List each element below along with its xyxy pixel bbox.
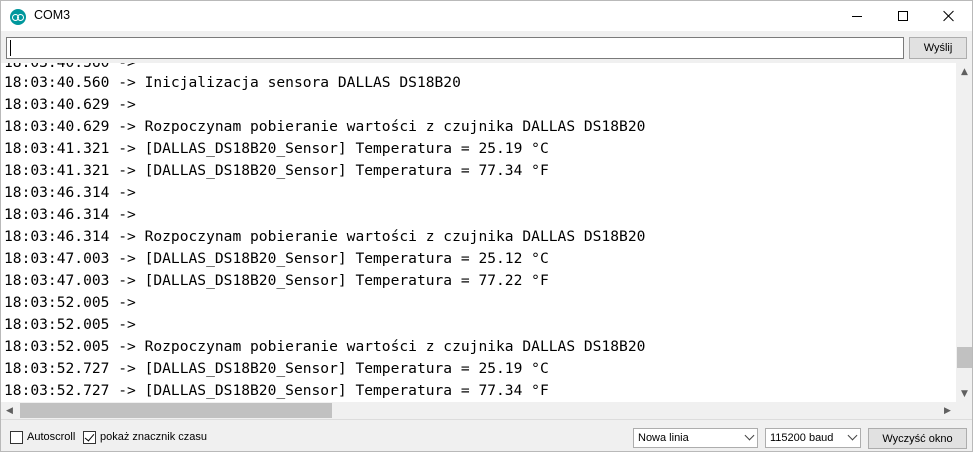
- close-button[interactable]: [926, 1, 972, 31]
- output-line: 18:03:47.003 -> [DALLAS_DS18B20_Sensor] …: [4, 250, 549, 267]
- line-ending-value: Nowa linia: [638, 432, 689, 444]
- scroll-right-icon[interactable]: ▶: [939, 402, 956, 419]
- output-line: 18:03:52.727 -> [DALLAS_DS18B20_Sensor] …: [4, 360, 549, 377]
- horizontal-scroll-thumb[interactable]: [20, 403, 332, 418]
- vertical-scroll-thumb[interactable]: [957, 347, 972, 368]
- send-row: Wyślij: [1, 31, 972, 63]
- output-line: 18:03:40.560 -> Inicjalizacja sensora DA…: [4, 74, 461, 91]
- maximize-button[interactable]: [880, 1, 926, 31]
- autoscroll-checkbox[interactable]: Autoscroll: [10, 430, 75, 444]
- baud-rate-value: 115200 baud: [770, 432, 834, 444]
- autoscroll-checkbox-box[interactable]: [10, 430, 23, 444]
- output-line: 18:03:46.314 -> Rozpoczynam pobieranie w…: [4, 228, 646, 245]
- output-line: 18:03:52.005 -> Rozpoczynam pobieranie w…: [4, 338, 646, 355]
- serial-output[interactable]: 18:03:40.560 -> 18:03:40.560 -> Inicjali…: [1, 63, 956, 402]
- timestamp-checkbox-box[interactable]: [83, 430, 96, 444]
- serial-monitor-window: COM3 Wyślij 18:03:40.560 -> 18:03:40.560…: [0, 0, 973, 452]
- maximize-icon: [898, 11, 908, 21]
- text-caret: [10, 40, 11, 56]
- output-line: 18:03:40.629 ->: [4, 96, 136, 113]
- send-button[interactable]: Wyślij: [909, 37, 967, 59]
- minimize-button[interactable]: [834, 1, 880, 31]
- output-line: 18:03:41.321 -> [DALLAS_DS18B20_Sensor] …: [4, 162, 549, 179]
- scrollbar-corner: [956, 402, 972, 419]
- title-bar[interactable]: COM3: [1, 1, 972, 31]
- baud-rate-select[interactable]: 115200 baud: [765, 428, 861, 448]
- scroll-up-icon[interactable]: ▲: [956, 63, 972, 80]
- close-icon: [943, 10, 955, 22]
- chevron-down-icon: [744, 430, 755, 441]
- bottom-toolbar: Autoscroll pokaż znacznik czasu Nowa lin…: [1, 419, 972, 451]
- output-line: 18:03:47.003 -> [DALLAS_DS18B20_Sensor] …: [4, 272, 549, 289]
- scroll-left-icon[interactable]: ◀: [1, 402, 18, 419]
- line-ending-select[interactable]: Nowa linia: [633, 428, 758, 448]
- timestamp-label: pokaż znacznik czasu: [100, 431, 207, 443]
- output-line: 18:03:40.629 -> Rozpoczynam pobieranie w…: [4, 118, 646, 135]
- horizontal-scrollbar[interactable]: ◀ ▶: [1, 402, 956, 419]
- output-line: 18:03:46.314 ->: [4, 206, 136, 223]
- output-line: 18:03:52.727 -> [DALLAS_DS18B20_Sensor] …: [4, 382, 549, 399]
- output-line: 18:03:41.321 -> [DALLAS_DS18B20_Sensor] …: [4, 140, 549, 157]
- autoscroll-label: Autoscroll: [27, 431, 76, 443]
- arduino-icon: [10, 9, 26, 25]
- vertical-scrollbar[interactable]: ▲ ▼: [956, 63, 972, 402]
- scroll-down-icon[interactable]: ▼: [956, 385, 972, 402]
- clear-output-button[interactable]: Wyczyść okno: [868, 428, 967, 449]
- output-line: 18:03:52.005 ->: [4, 316, 136, 333]
- minimize-icon: [852, 15, 862, 17]
- send-input[interactable]: [6, 37, 904, 59]
- chevron-down-icon: [847, 430, 858, 441]
- output-line: 18:03:46.314 ->: [4, 184, 136, 201]
- timestamp-checkbox[interactable]: pokaż znacznik czasu: [83, 430, 207, 444]
- window-title: COM3: [34, 8, 71, 22]
- output-line: 18:03:52.005 ->: [4, 294, 136, 311]
